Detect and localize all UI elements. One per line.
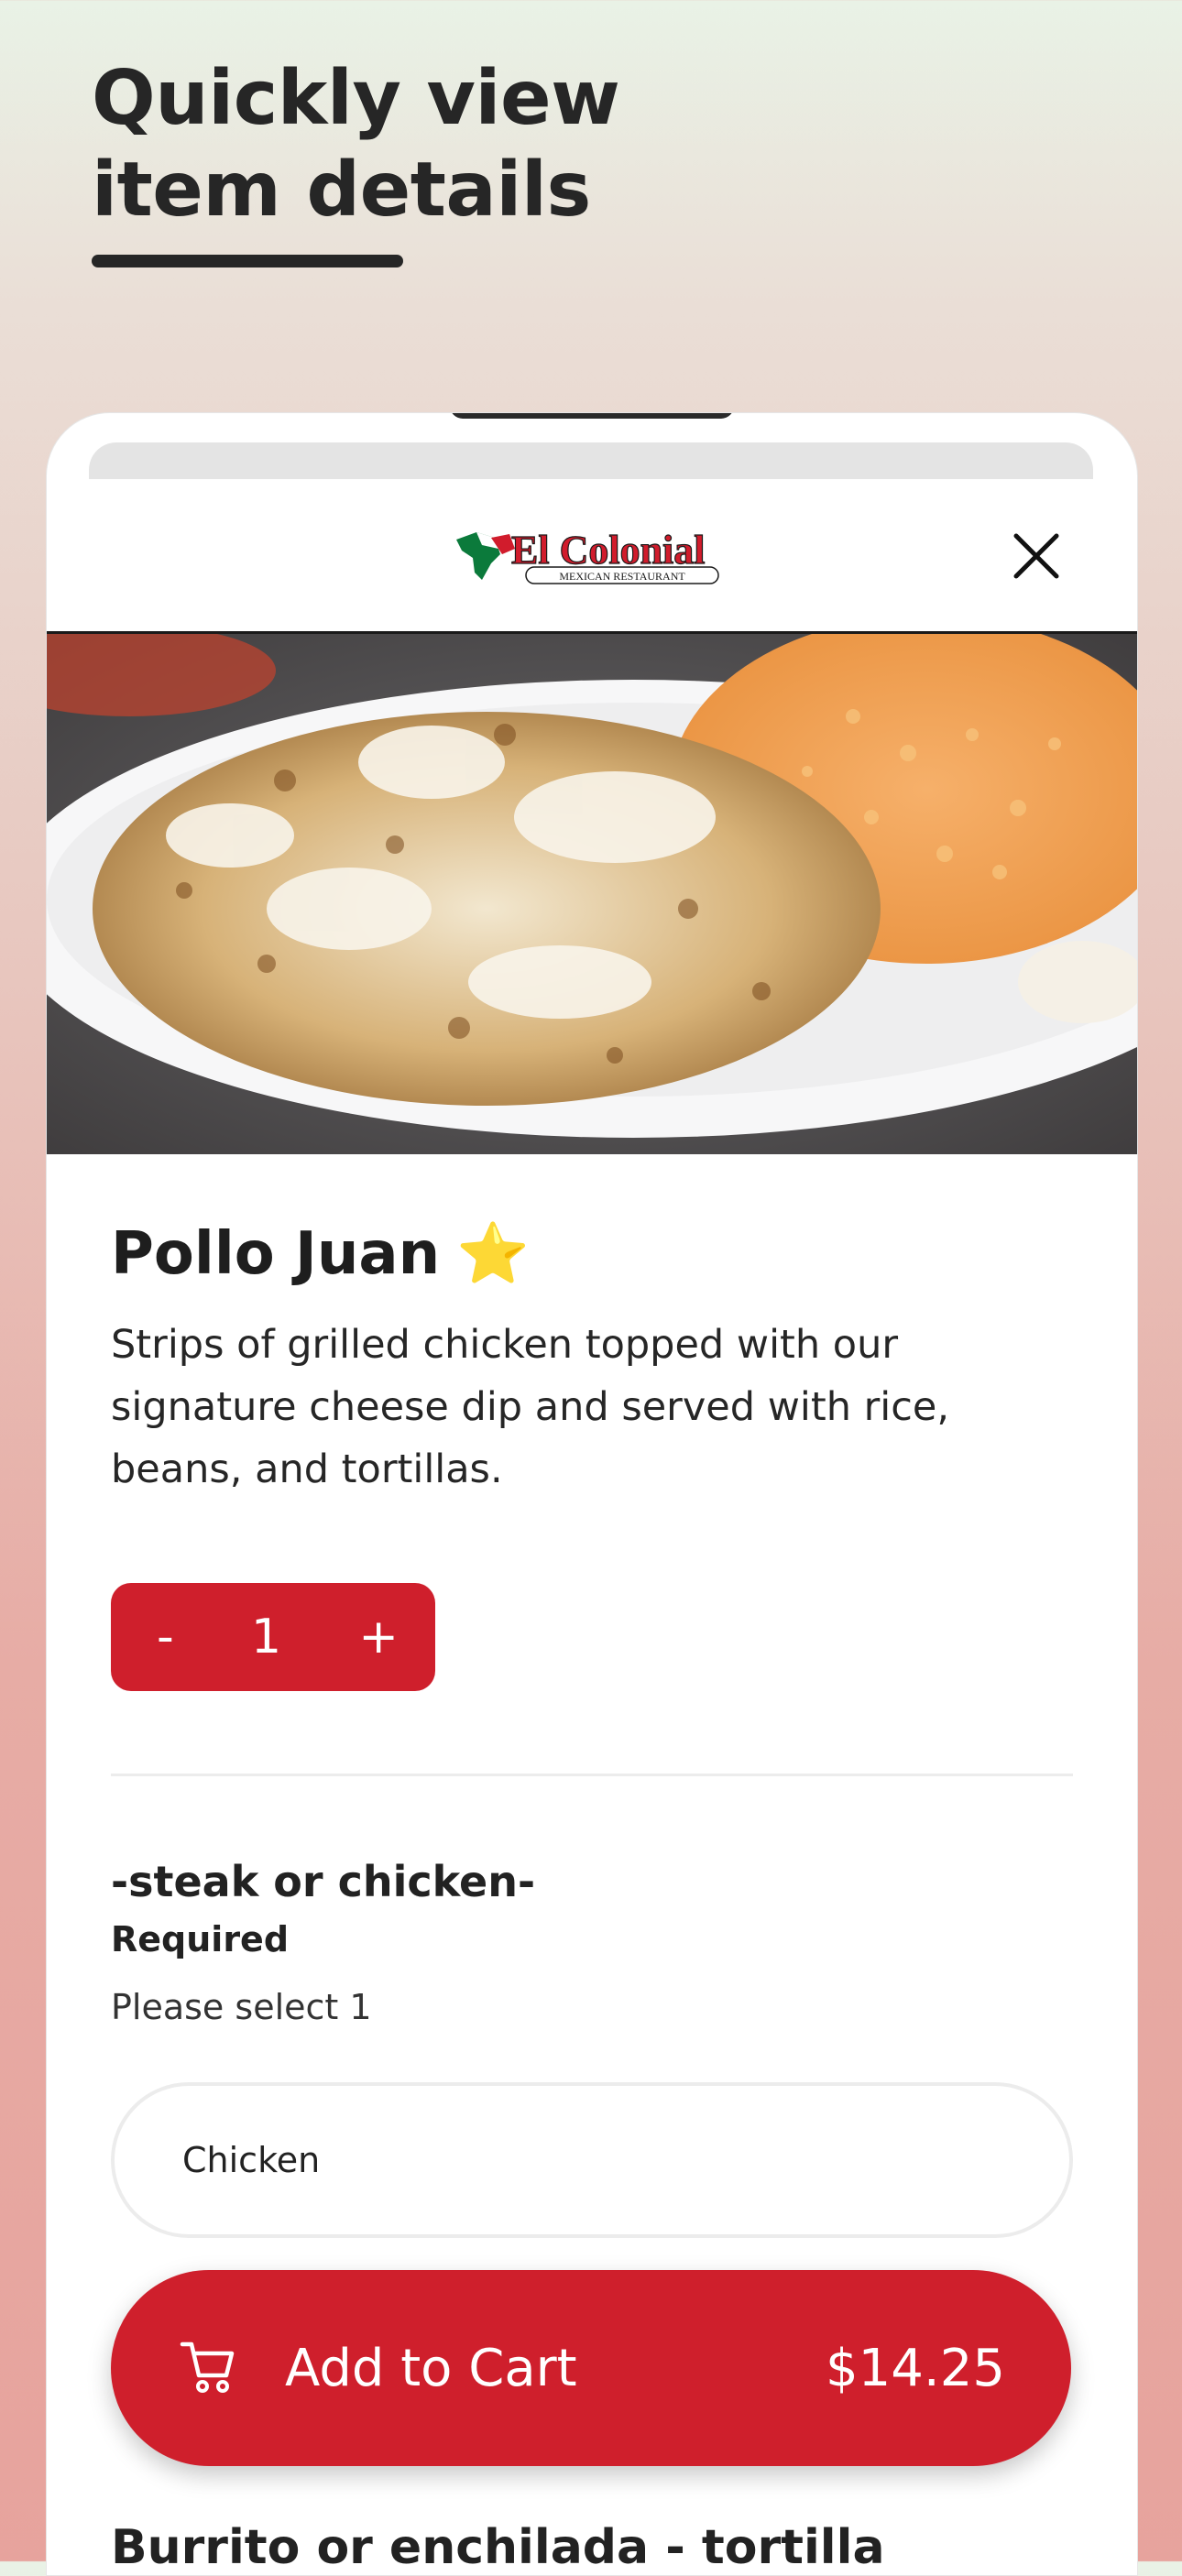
option-group-title: -steak or chicken- (111, 1857, 536, 1906)
promo-headline: Quickly view item details (92, 55, 620, 234)
logo-wordmark: El Colonial (511, 528, 706, 573)
add-to-cart-button[interactable]: Add to Cart $14.25 (111, 2270, 1071, 2466)
required-label: Required (111, 1919, 290, 1959)
section-divider (111, 1774, 1073, 1776)
item-name: Pollo Juan (111, 1219, 441, 1288)
cart-icon (179, 2337, 237, 2400)
phone-notch (450, 413, 734, 419)
option-helper-text: Please select 1 (111, 1987, 372, 2027)
option-label: Chicken (182, 2140, 321, 2180)
item-photo (47, 616, 1137, 1154)
add-to-cart-label: Add to Cart (285, 2338, 577, 2398)
quantity-value: 1 (251, 1610, 282, 1665)
item-details: Pollo Juan ⭐ Strips of grilled chicken t… (111, 1219, 1073, 2238)
modal-header: El Colonial MEXICAN RESTAURANT (47, 479, 1137, 634)
browser-bar (89, 442, 1093, 479)
logo-subtext: MEXICAN RESTAURANT (559, 570, 685, 583)
close-icon[interactable] (1009, 529, 1064, 584)
option-chicken[interactable]: Chicken (111, 2082, 1073, 2238)
headline-underline (92, 255, 403, 267)
item-description: Strips of grilled chicken topped with ou… (111, 1322, 950, 1492)
star-icon: ⭐ (456, 1220, 530, 1288)
next-section-title: Burrito or enchilada - tortilla (111, 2520, 885, 2575)
cart-price: $14.25 (826, 2338, 1005, 2398)
quantity-stepper: - 1 + (111, 1583, 435, 1691)
phone-frame: El Colonial MEXICAN RESTAURANT Pollo Jua… (46, 412, 1138, 2576)
increment-button[interactable]: + (358, 1610, 399, 1665)
item-title: Pollo Juan ⭐ (111, 1219, 1073, 1289)
decrement-button[interactable]: - (157, 1610, 174, 1665)
restaurant-logo: El Colonial MEXICAN RESTAURANT (454, 523, 739, 589)
